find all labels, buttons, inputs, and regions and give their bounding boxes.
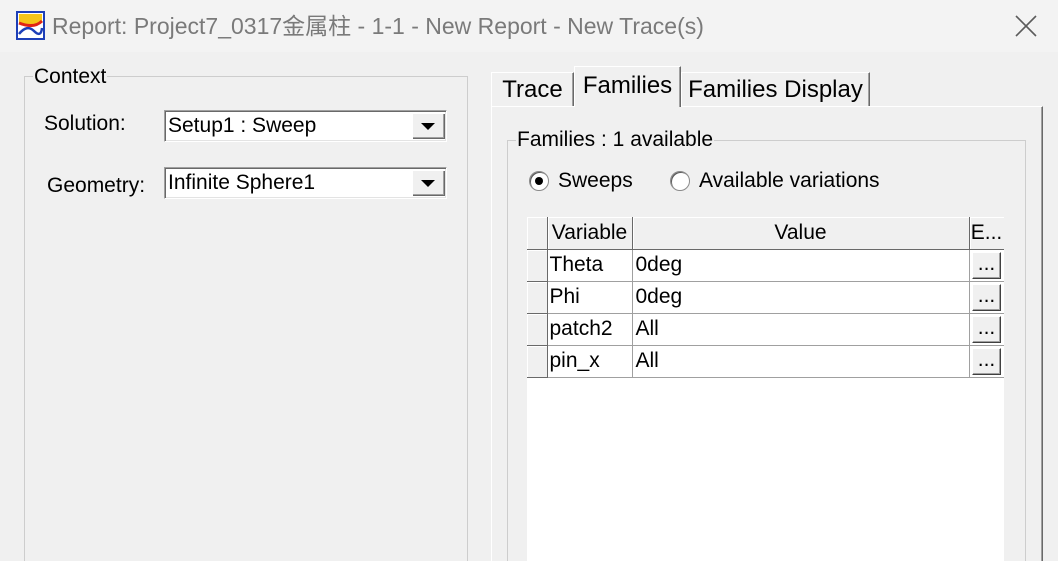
context-group [24,76,468,561]
families-grid: Variable Value E... Theta 0deg ... Phi 0… [527,217,1004,561]
families-table: Variable Value E... Theta 0deg ... Phi 0… [527,217,1004,378]
row-header[interactable] [527,313,548,346]
edit-cell: ... [969,281,1004,314]
available-variations-radio-button[interactable] [670,171,690,191]
sweeps-radio-label[interactable]: Sweeps [558,170,633,192]
available-variations-radio[interactable]: Available variations [670,170,880,192]
tab-families-display[interactable]: Families Display [681,72,870,107]
sweeps-radio[interactable]: Sweeps [529,170,633,192]
context-group-label: Context [33,65,108,88]
tab-families[interactable]: Families [574,66,681,107]
edit-value-button[interactable]: ... [972,283,1001,311]
title-bar: Report: Project7_0317金属柱 - 1-1 - New Rep… [0,0,1058,52]
edit-value-button[interactable]: ... [972,347,1001,375]
tab-families-display-label: Families Display [688,76,863,103]
column-header-value: Value [632,217,970,250]
row-header[interactable] [527,345,548,378]
variable-cell: patch2 [547,313,633,346]
table-row: patch2 All ... [527,313,1004,346]
tab-trace[interactable]: Trace [491,72,574,107]
geometry-dropdown[interactable]: Infinite Sphere1 [164,167,447,199]
variable-cell: Phi [547,281,633,314]
dropdown-arrow-icon [421,123,435,130]
row-header[interactable] [527,281,548,314]
value-cell[interactable]: 0deg [632,281,970,314]
variable-cell: pin_x [547,345,633,378]
solution-dropdown-button[interactable] [412,113,445,139]
close-icon [1015,15,1037,37]
geometry-value: Infinite Sphere1 [168,171,316,194]
table-row: pin_x All ... [527,345,1004,378]
window-title: Report: Project7_0317金属柱 - 1-1 - New Rep… [52,13,704,39]
sweeps-radio-button[interactable] [529,171,549,191]
solution-dropdown[interactable]: Setup1 : Sweep [164,110,447,142]
value-cell[interactable]: All [632,345,970,378]
value-cell[interactable]: All [632,313,970,346]
tab-families-label: Families [582,72,673,99]
geometry-label: Geometry: [47,174,146,197]
geometry-dropdown-button[interactable] [412,170,445,196]
solution-label: Solution: [44,112,126,135]
edit-cell: ... [969,249,1004,282]
edit-value-button[interactable]: ... [972,251,1001,279]
variable-cell: Theta [547,249,633,282]
tab-trace-label: Trace [502,76,563,103]
column-header-variable: Variable [547,217,633,250]
close-button[interactable] [1008,8,1044,44]
report-app-icon [16,11,45,40]
value-cell[interactable]: 0deg [632,249,970,282]
solution-value: Setup1 : Sweep [168,114,317,137]
column-header-edit: E... [969,217,1004,250]
edit-cell: ... [969,345,1004,378]
dropdown-arrow-icon [421,180,435,187]
table-row: Phi 0deg ... [527,281,1004,314]
table-header-row: Variable Value E... [527,217,1004,250]
table-row: Theta 0deg ... [527,249,1004,282]
available-variations-radio-label[interactable]: Available variations [699,170,880,192]
families-group-label: Families : 1 available [516,128,715,151]
row-header[interactable] [527,249,548,282]
grid-corner-header [527,217,548,250]
edit-value-button[interactable]: ... [972,315,1001,343]
edit-cell: ... [969,313,1004,346]
